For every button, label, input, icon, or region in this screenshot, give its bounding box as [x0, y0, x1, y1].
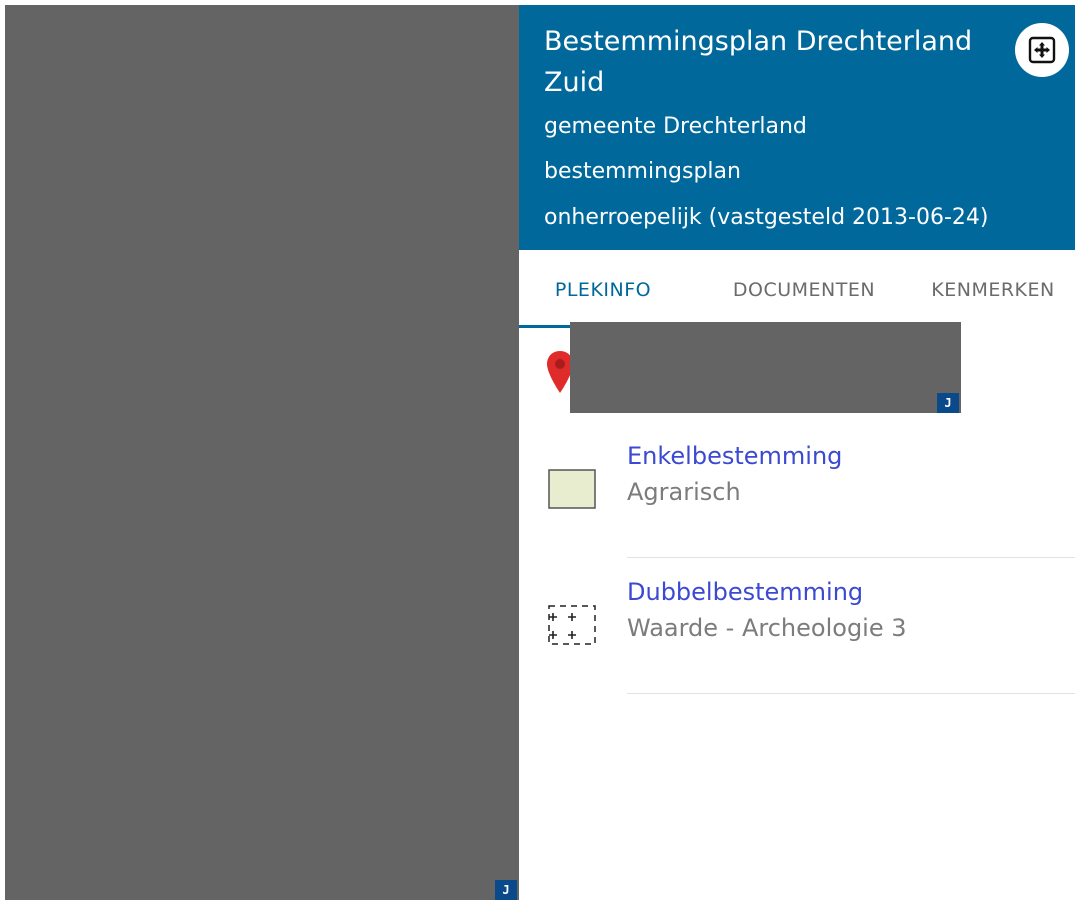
archeology-pattern-icon	[548, 605, 596, 645]
plan-type: bestemmingsplan	[544, 159, 741, 184]
destination-value: Waarde - Archeologie 3	[627, 614, 907, 642]
list-item-dubbelbestemming[interactable]: Dubbelbestemming Waarde - Archeologie 3	[519, 558, 1075, 694]
tab-plekinfo[interactable]: PLEKINFO	[519, 250, 687, 330]
destination-category[interactable]: Dubbelbestemming	[627, 578, 863, 606]
plan-header: Bestemmingsplan Drechterland Zuid gemeen…	[519, 5, 1075, 250]
divider	[627, 693, 1075, 694]
destination-category[interactable]: Enkelbestemming	[627, 442, 842, 470]
plan-title: Bestemmingsplan Drechterland Zuid	[544, 26, 973, 98]
plan-status: onherroepelijk (vastgesteld 2013-06-24)	[544, 205, 989, 230]
tab-kenmerken[interactable]: KENMERKEN	[911, 250, 1075, 330]
location-row: J	[519, 322, 1075, 417]
tab-bar: PLEKINFO DOCUMENTEN KENMERKEN	[519, 250, 1075, 330]
destination-value: Agrarisch	[627, 478, 741, 506]
address-redacted: J	[570, 322, 961, 413]
map-view[interactable]: J	[5, 5, 519, 900]
redaction-badge: J	[937, 393, 959, 413]
plan-info-panel: Bestemmingsplan Drechterland Zuid gemeen…	[519, 5, 1075, 900]
expand-button[interactable]	[1015, 23, 1069, 77]
legend-swatch-icon	[548, 469, 596, 509]
move-arrows-icon	[1028, 36, 1056, 64]
plan-municipality: gemeente Drechterland	[544, 114, 807, 139]
list-item-enkelbestemming[interactable]: Enkelbestemming Agrarisch	[519, 422, 1075, 558]
tab-documenten[interactable]: DOCUMENTEN	[699, 250, 909, 330]
redaction-badge: J	[495, 880, 517, 900]
